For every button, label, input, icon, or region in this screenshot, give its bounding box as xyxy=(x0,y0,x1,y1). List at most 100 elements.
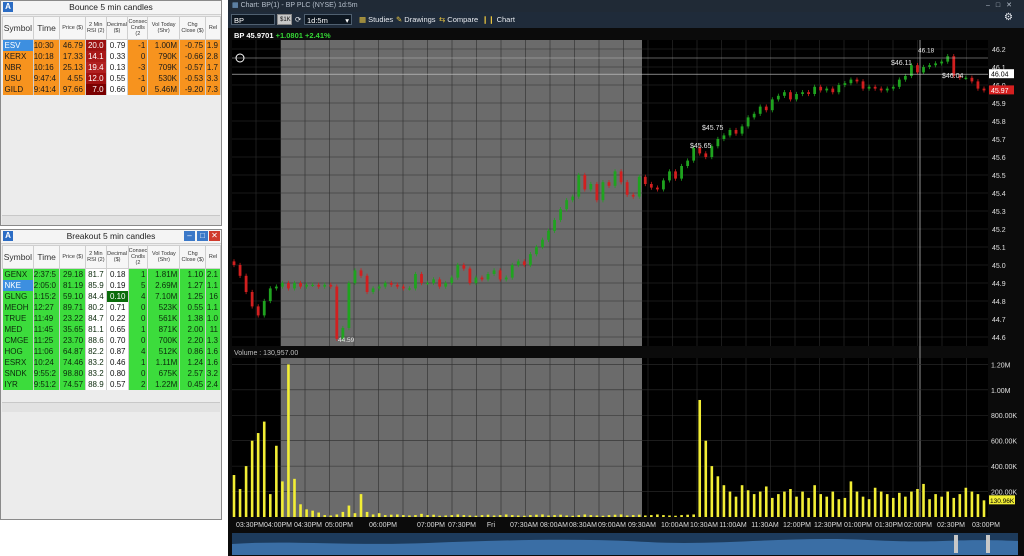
table-row[interactable]: NKE 2:05:0 81.19 85.9 0.19 5 2.69M 1.27 1.1 xyxy=(2,280,221,291)
column-header[interactable]: Consec Cndls (2 xyxy=(127,245,149,269)
candle xyxy=(903,76,907,80)
price-annotation: 44.59 xyxy=(338,337,355,344)
column-header[interactable]: 2 Min RSI (2) xyxy=(85,245,107,269)
volume-bar xyxy=(232,475,236,517)
candle xyxy=(438,279,442,287)
table-row[interactable]: MEOH 12:27 89.71 80.2 0.71 0 523K 0.55 1.1 xyxy=(2,302,221,313)
chart-window-titlebar[interactable]: ▦ Chart: BP(1) - BP PLC (NYSE) 1d:5m –□✕ xyxy=(228,0,1024,12)
table-cell: 512K xyxy=(147,346,181,357)
table-cell: -1 xyxy=(127,73,149,84)
column-header[interactable]: 2 Min RSI (2) xyxy=(84,16,107,40)
candle xyxy=(456,265,460,278)
settings-gear-icon[interactable]: ⚙ xyxy=(1004,13,1013,23)
column-header[interactable]: Consec Cndls (2 xyxy=(127,16,149,40)
volume-bar xyxy=(299,504,302,517)
column-header[interactable]: Price ($) xyxy=(59,16,86,40)
volume-bar xyxy=(879,491,883,517)
candle xyxy=(335,286,339,339)
compare-button[interactable]: ⇆ Compare xyxy=(439,15,478,25)
time-axis-label: 07:30PM xyxy=(448,522,476,529)
table-row[interactable]: ESV 10:30 46.79 20.0 0.79 -1 1.00M -0.75 1.9 xyxy=(2,39,221,51)
link-badge[interactable]: $1K xyxy=(277,14,292,25)
volume-bar xyxy=(420,513,423,517)
column-header[interactable]: Chg Close ($) xyxy=(179,16,207,40)
maximize-button[interactable]: □ xyxy=(197,231,208,241)
window-controls[interactable]: –□✕ xyxy=(986,0,1018,12)
volume-bar xyxy=(910,491,913,517)
candle xyxy=(976,81,980,89)
table-cell: 709K xyxy=(147,62,181,73)
table-row[interactable]: GILD 9:41:4 97.66 7.0 0.66 0 5.46M -9.20 7.3 xyxy=(2,84,221,95)
breakout-horizontal-scrollbar[interactable] xyxy=(2,402,220,412)
column-header[interactable]: Vol Today (Shr) xyxy=(147,245,181,269)
table-row[interactable]: NBR 10:16 25.13 19.4 0.13 -3 709K -0.57 1.7 xyxy=(2,62,221,73)
refresh-icon[interactable]: ⟳ xyxy=(295,15,301,25)
volume-bar xyxy=(559,514,562,517)
navigator-left-handle[interactable] xyxy=(954,535,958,553)
table-row[interactable]: IYR 9:51:2 74.57 88.9 0.57 2 1.22M 0.45 2.4 xyxy=(2,379,221,390)
table-row[interactable]: TRUE 11:49 23.22 84.7 0.22 0 561K 1.38 1.0 xyxy=(2,313,221,324)
table-row[interactable]: MED 11:45 35.65 81.1 0.65 1 871K 2.00 11 xyxy=(2,324,221,335)
drawings-button[interactable]: ✎ Drawings xyxy=(396,15,436,25)
symbol-cell: ESV xyxy=(2,39,34,51)
time-axis-label: 07:30AM xyxy=(510,522,538,529)
symbol-input[interactable]: BP xyxy=(231,14,275,25)
close-button[interactable]: ✕ xyxy=(209,231,220,241)
column-header[interactable]: Vol Today (Shr) xyxy=(147,16,181,40)
candle xyxy=(256,306,260,316)
column-header[interactable]: Price ($) xyxy=(59,245,87,269)
bounce-window-titlebar[interactable]: A Bounce 5 min candles xyxy=(1,1,221,15)
volume-bar xyxy=(341,511,345,517)
table-row[interactable]: GLNG 1:15:2 59.10 84.4 0.10 4 7.10M 1.25 16 xyxy=(2,291,221,302)
volume-bar xyxy=(311,510,314,517)
table-row[interactable]: KERX 10:18 17.33 14.1 0.33 0 790K -0.66 2.8 xyxy=(2,51,221,62)
pane-separator[interactable] xyxy=(228,348,1024,358)
navigator-right-handle[interactable] xyxy=(986,535,990,553)
symbol-cell: GILD xyxy=(2,84,34,95)
table-cell: 19.4 xyxy=(85,62,107,73)
table-cell: 5 xyxy=(128,280,149,291)
table-row[interactable]: USU 9:47:4 4.55 12.0 0.55 -1 530K -0.53 3.3 xyxy=(2,73,221,84)
column-header[interactable]: Time xyxy=(32,16,61,40)
table-cell: 23.22 xyxy=(59,313,87,324)
column-header[interactable]: Time xyxy=(32,245,61,269)
price-volume-chart[interactable]: 46.246.146.045.945.845.745.645.545.445.3… xyxy=(228,28,1024,556)
price-tick-label: 46.2 xyxy=(992,47,1006,54)
column-header[interactable]: Symbol xyxy=(2,16,34,40)
chart-type-button[interactable]: ❙❙ Chart xyxy=(482,15,515,25)
table-cell: 2.1 xyxy=(205,268,221,280)
studies-button[interactable]: ▦ Studies xyxy=(359,15,393,25)
volume-bar xyxy=(329,515,333,517)
table-row[interactable]: SNDK 9:55:2 98.80 83.2 0.80 0 675K 2.57 3.2 xyxy=(2,368,221,379)
chart-window-title: Chart: BP(1) - BP PLC (NYSE) 1d:5m xyxy=(240,2,358,9)
breakout-window-titlebar[interactable]: A Breakout 5 min candles – □ ✕ xyxy=(1,230,221,244)
column-header[interactable]: Decimal ($) xyxy=(105,16,129,40)
table-cell: 4.55 xyxy=(59,73,86,84)
minimize-button[interactable]: – xyxy=(184,231,195,241)
volume-bar xyxy=(716,476,720,517)
table-cell: 81.7 xyxy=(85,268,107,280)
column-header[interactable]: Decimal ($) xyxy=(105,245,129,269)
volume-bar xyxy=(825,496,829,517)
volume-bar xyxy=(317,512,320,517)
candle xyxy=(293,283,296,289)
table-row[interactable]: GENX 2:37:5 29.18 81.7 0.18 1 1.81M 1.10 2.1 xyxy=(2,268,221,280)
table-cell: 523K xyxy=(147,302,181,313)
column-header[interactable]: Rel xyxy=(205,16,221,40)
column-header[interactable]: Rel xyxy=(205,245,221,269)
candle xyxy=(535,247,538,255)
bounce-horizontal-scrollbar[interactable] xyxy=(2,215,220,225)
table-cell: 1.0 xyxy=(205,313,221,324)
candle xyxy=(964,77,968,79)
candle-icon: ❙❙ xyxy=(482,15,495,24)
candle xyxy=(420,274,423,283)
symbol-cell: HOG xyxy=(2,346,34,357)
volume-bar xyxy=(377,513,381,517)
interval-select[interactable]: 1d:5m ▾ xyxy=(304,14,352,25)
column-header[interactable]: Symbol xyxy=(2,245,34,269)
column-header[interactable]: Chg Close ($) xyxy=(179,245,207,269)
table-row[interactable]: CMGE 11:25 23.70 88.6 0.70 0 700K 2.20 1.3 xyxy=(2,335,221,346)
table-row[interactable]: ESRX 10:24 74.46 83.2 0.46 1 1.11M 1.24 1.6 xyxy=(2,357,221,368)
table-row[interactable]: HOG 11:06 64.87 82.2 0.87 4 512K 0.86 1.6 xyxy=(2,346,221,357)
volume-bar xyxy=(795,496,798,517)
